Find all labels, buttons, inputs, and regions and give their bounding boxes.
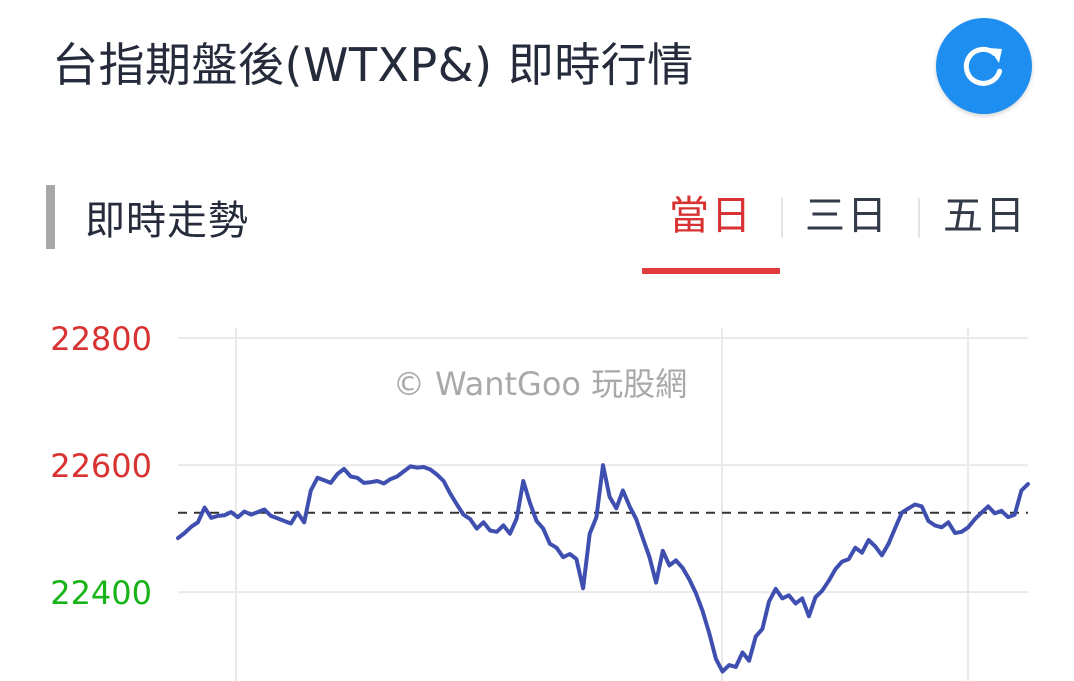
active-tab-indicator (642, 268, 780, 274)
price-series-line (176, 463, 1030, 674)
y-tick-label: 22600 (50, 447, 152, 485)
y-tick-label: 22400 (50, 574, 152, 612)
chart-watermark: © WantGoo 玩股網 (393, 365, 687, 403)
refresh-icon (963, 46, 1003, 86)
section-title: 即時走勢 (85, 198, 249, 244)
page-title: 台指期盤後(WTXP&) 即時行情 (52, 38, 694, 92)
section-accent-bar (46, 185, 55, 249)
tab-today[interactable]: 當日 (646, 186, 776, 246)
tab-three-day[interactable]: 三日 (782, 186, 912, 246)
tab-five-day[interactable]: 五日 (920, 186, 1050, 246)
intraday-chart: © WantGoo 玩股網 22800 22600 22400 (50, 320, 1030, 681)
refresh-button[interactable] (936, 18, 1032, 114)
y-tick-label: 22800 (50, 320, 152, 358)
section-header: 即時走勢 (46, 184, 249, 250)
